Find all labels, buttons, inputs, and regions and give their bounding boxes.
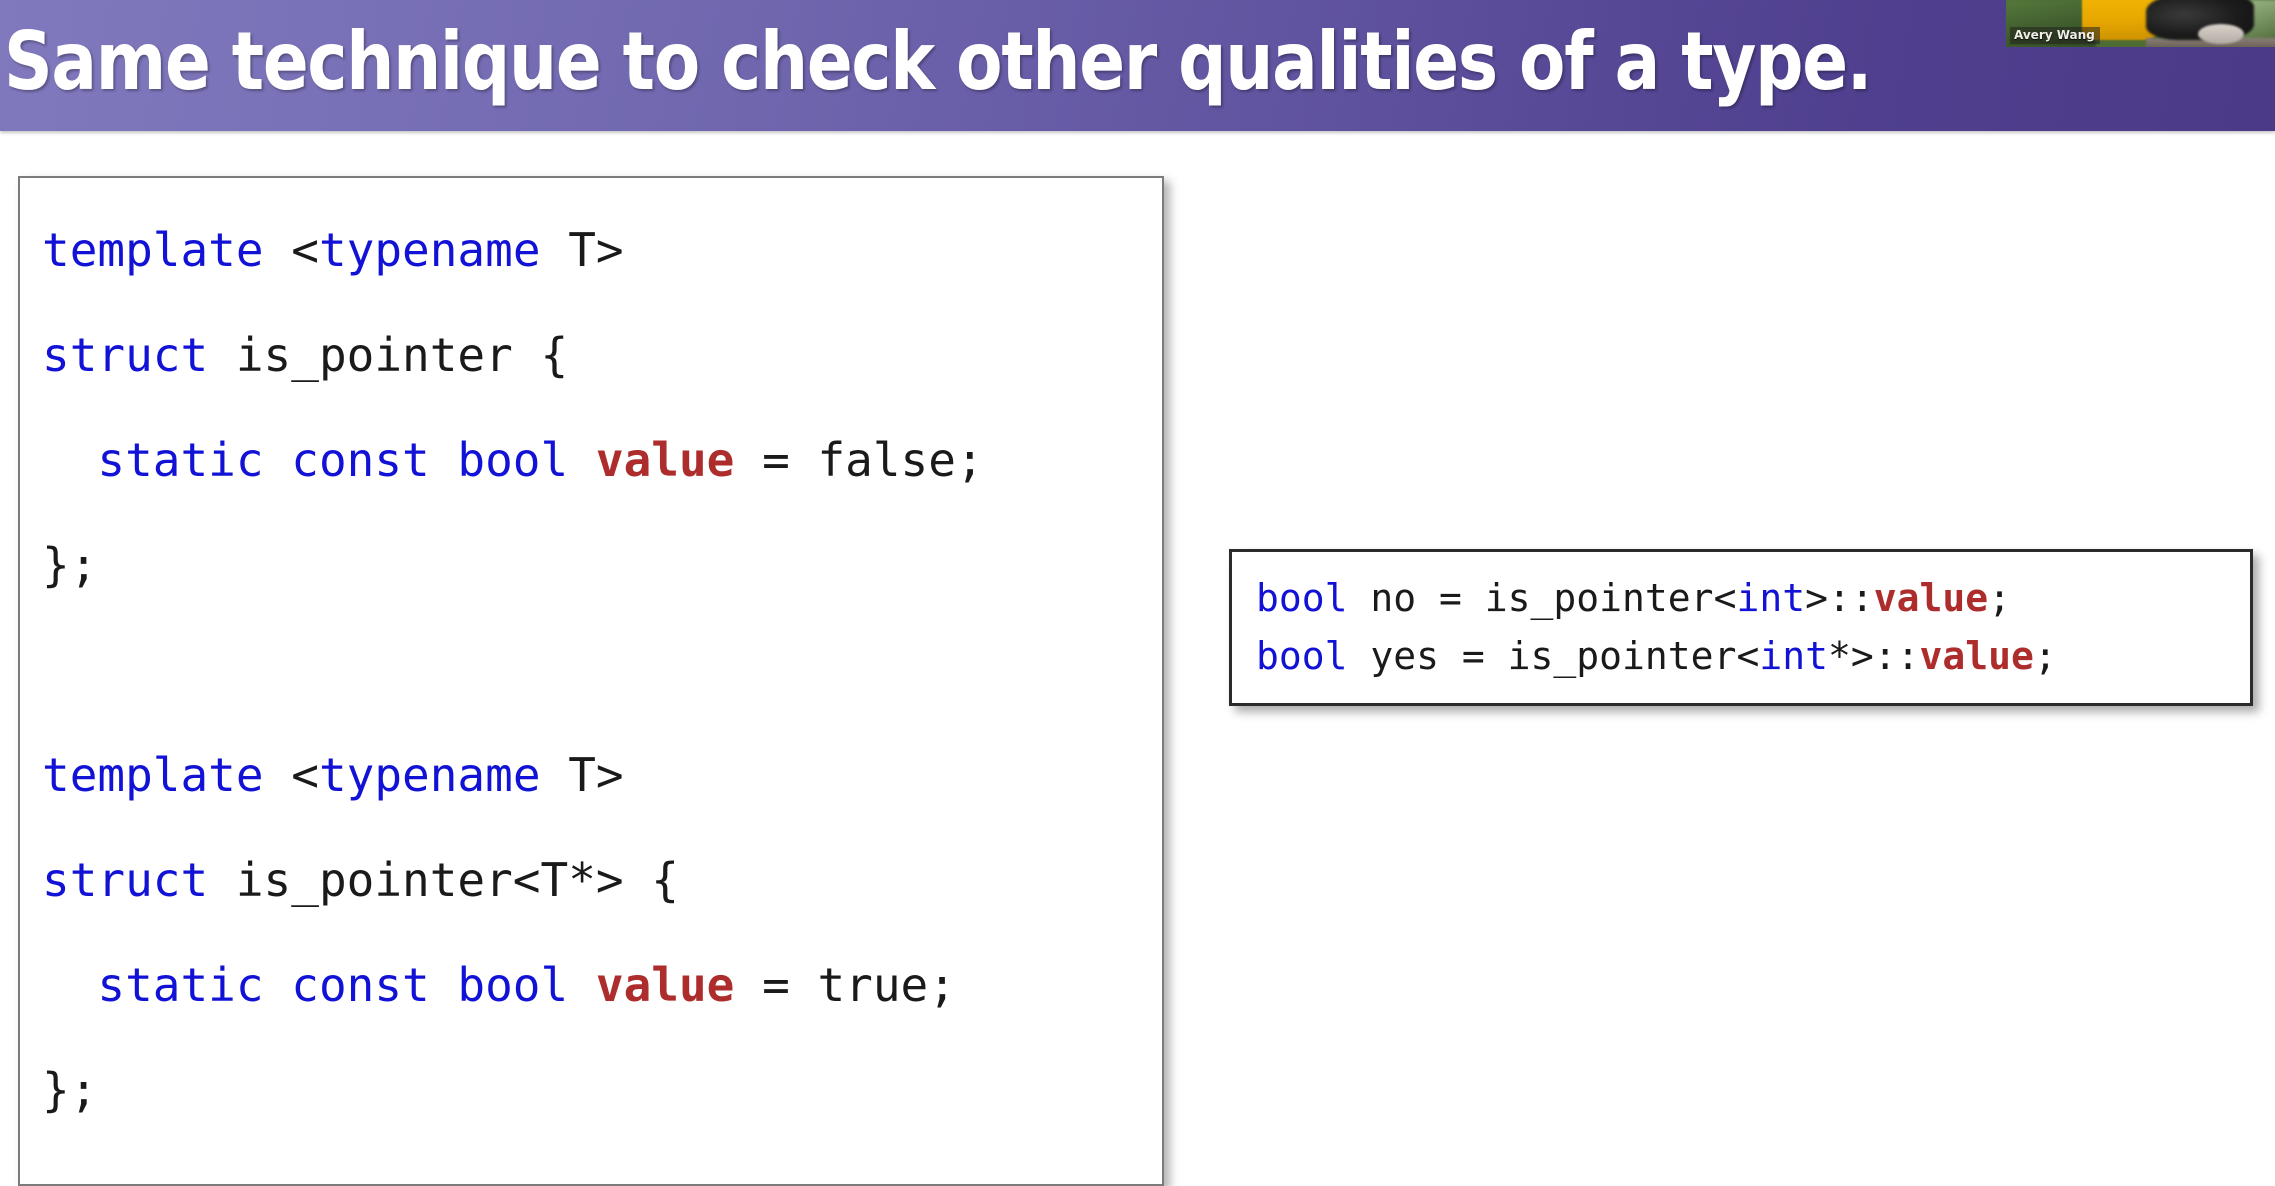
code-token: bool [1256, 576, 1348, 620]
code-token: struct [42, 328, 209, 382]
main-code-block: template <typename T> struct is_pointer {… [18, 176, 1164, 1186]
slide-title: Same technique to check other qualities … [4, 15, 1872, 108]
code-token: int [1759, 634, 1828, 678]
code-token: value [1919, 634, 2034, 678]
webcam-participant-name: Avery Wang [2010, 27, 2100, 44]
code-token: >:: [1805, 576, 1874, 620]
code-token: struct [42, 853, 209, 907]
code-token: template [42, 223, 264, 277]
code-token: bool [1256, 634, 1348, 678]
code-token: is_pointer { [208, 328, 569, 382]
code-line: }; [42, 1038, 984, 1143]
code-line: template <typename T> [42, 723, 984, 828]
code-line: struct is_pointer<T*> { [42, 828, 984, 933]
code-token: ; [2033, 634, 2057, 678]
code-token: < [263, 748, 319, 802]
code-token: *>:: [1827, 634, 1920, 678]
code-token: value [1873, 576, 1989, 620]
code-line: }; [42, 513, 984, 618]
slide-header-bar: Same technique to check other qualities … [0, 0, 2275, 131]
code-line: template <typename T> [42, 198, 984, 303]
code-line: static const bool value = false; [42, 408, 984, 513]
code-token: value [595, 433, 735, 487]
code-token: no = is_pointer< [1347, 576, 1737, 620]
code-token: template [42, 748, 264, 802]
usage-code-lines: bool no = is_pointer<int>::value; bool ye… [1256, 569, 2057, 685]
code-token: typename [318, 748, 541, 802]
code-token: T> [540, 748, 624, 802]
code-line: bool yes = is_pointer<int*>::value; [1256, 627, 2057, 685]
code-token: T> [540, 223, 624, 277]
code-token: yes = is_pointer< [1347, 634, 1760, 678]
code-token: static const bool [97, 958, 569, 1012]
usage-code-block: bool no = is_pointer<int>::value; bool ye… [1229, 549, 2253, 706]
code-token: < [263, 223, 319, 277]
code-token: is_pointer<T*> { [208, 853, 679, 907]
code-token: value [595, 958, 735, 1012]
main-code-lines: template <typename T> struct is_pointer {… [42, 198, 984, 1143]
webcam-video-thumbnail[interactable]: Avery Wang [2006, 0, 2275, 47]
webcam-paw [2198, 24, 2244, 44]
code-token: = true; [734, 958, 956, 1012]
code-line: struct is_pointer { [42, 303, 984, 408]
code-token: }; [42, 538, 98, 592]
code-line: static const bool value = true; [42, 933, 984, 1038]
code-token: static const bool [97, 433, 569, 487]
code-token: typename [318, 223, 541, 277]
code-line: bool no = is_pointer<int>::value; [1256, 569, 2057, 627]
code-token: = false; [734, 433, 984, 487]
code-token: ; [1988, 576, 2012, 620]
code-token: int [1736, 576, 1806, 620]
code-token: }; [42, 1063, 98, 1117]
